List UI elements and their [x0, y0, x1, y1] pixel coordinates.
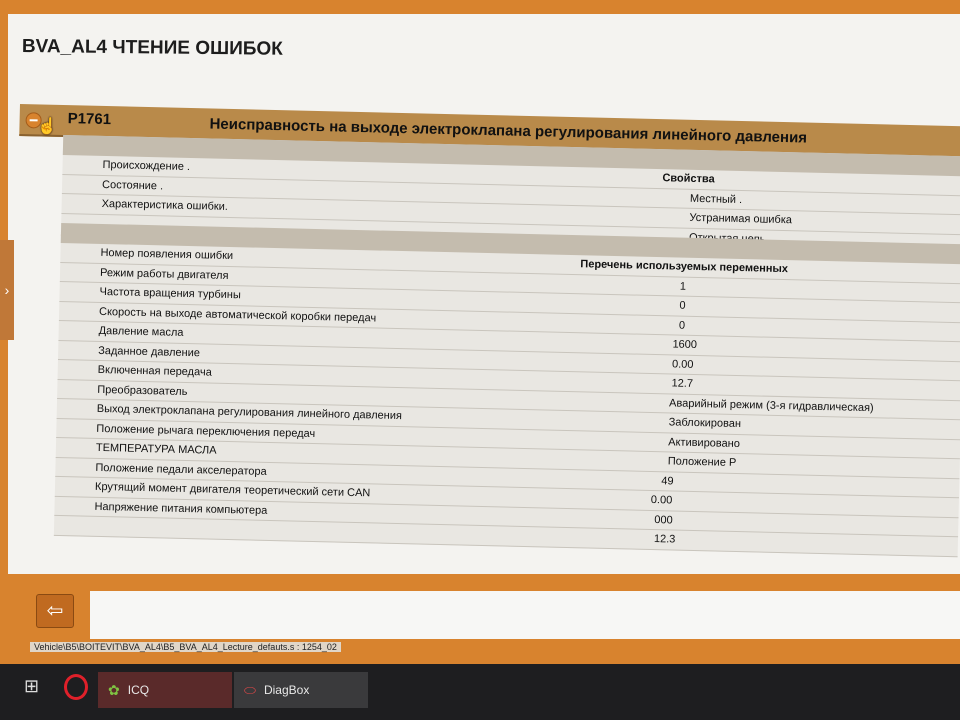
row-label: Скорость на выходе автоматической коробк…: [98, 305, 377, 324]
diagbox-icon: ⬭: [244, 681, 256, 698]
row-label: Положение педали акселератора: [95, 461, 267, 478]
windows-start-icon[interactable]: ⊞: [24, 676, 39, 697]
row-label: Включенная передача: [97, 363, 212, 379]
row-label: Выход электроклапана регулирования линей…: [96, 402, 403, 423]
row-label: Крутящий момент двигателя теоретический …: [94, 480, 371, 500]
row-value: 0.00: [671, 357, 694, 371]
opera-browser-icon[interactable]: [64, 674, 88, 700]
row-label: Номер появления ошибки: [100, 246, 234, 263]
taskbar-item-icq[interactable]: ✿ ICQ: [98, 672, 232, 708]
row-value: 12.7: [671, 377, 694, 390]
row-value: 1600: [672, 338, 698, 352]
row-label: Характеристика ошибки.: [101, 197, 229, 213]
row-value: Положение P: [667, 455, 737, 469]
fault-content: ☝ P1761 Неисправность на выходе электрок…: [9, 104, 960, 586]
row-label: Преобразователь: [97, 383, 188, 398]
file-path-status: Vehicle\B5\BOITEVIT\BVA_AL4\B5_BVA_AL4_L…: [30, 642, 341, 652]
back-button[interactable]: ⇦: [36, 594, 74, 628]
row-value: 49: [661, 474, 674, 488]
row-value: Местный .: [689, 192, 743, 206]
row-value: Заблокирован: [668, 416, 742, 431]
mouse-cursor-icon: ☝: [37, 118, 58, 136]
row-label: Давление масла: [98, 324, 184, 339]
fault-code: P1761: [67, 110, 112, 129]
variables-panel: Номер появления ошибки Перечень использу…: [53, 223, 960, 557]
app-frame: BVA_AL4 ЧТЕНИЕ ОШИБОК ☝ P1761 Неисправно…: [0, 0, 960, 700]
row-value: Активировано: [668, 435, 741, 450]
message-box: [90, 591, 960, 639]
variables-header-label: Перечень используемых переменных: [580, 258, 789, 276]
taskbar-item-label: DiagBox: [263, 683, 310, 697]
row-value: 12.3: [653, 533, 676, 546]
bottom-bar: ⇦: [22, 588, 960, 644]
row-label: Положение рычага переключения передач: [96, 422, 316, 440]
page-title: BVA_AL4 ЧТЕНИЕ ОШИБОК: [21, 36, 283, 60]
row-label: Заданное давление: [98, 344, 201, 359]
row-label: Режим работы двигателя: [99, 266, 229, 282]
row-label: ТЕМПЕРАТУРА МАСЛА: [95, 441, 217, 457]
windows-taskbar: ⊞ ✿ ICQ ⬭ DiagBox: [0, 664, 960, 720]
taskbar-item-label: ICQ: [127, 683, 150, 697]
row-value: Устранимая ошибка: [689, 211, 793, 227]
properties-header-label: Свойства: [662, 172, 715, 186]
row-label: Напряжение питания компьютера: [94, 500, 268, 517]
icq-flower-icon: ✿: [108, 681, 120, 698]
taskbar-item-diagbox[interactable]: ⬭ DiagBox: [234, 672, 368, 708]
row-value: 0.00: [650, 493, 673, 507]
row-label: Происхождение .: [102, 158, 191, 174]
row-value: 000: [654, 513, 673, 526]
row-value: 1: [679, 280, 687, 293]
row-value: Аварийный режим (3-я гидравлическая): [668, 396, 874, 414]
row-label: Состояние .: [101, 178, 164, 192]
expand-side-panel-button[interactable]: ›: [0, 240, 14, 340]
row-label: Частота вращения турбины: [99, 285, 241, 302]
row-value: 0: [679, 299, 686, 312]
row-value: 0: [678, 319, 686, 332]
main-screen: BVA_AL4 ЧТЕНИЕ ОШИБОК ☝ P1761 Неисправно…: [8, 14, 960, 574]
